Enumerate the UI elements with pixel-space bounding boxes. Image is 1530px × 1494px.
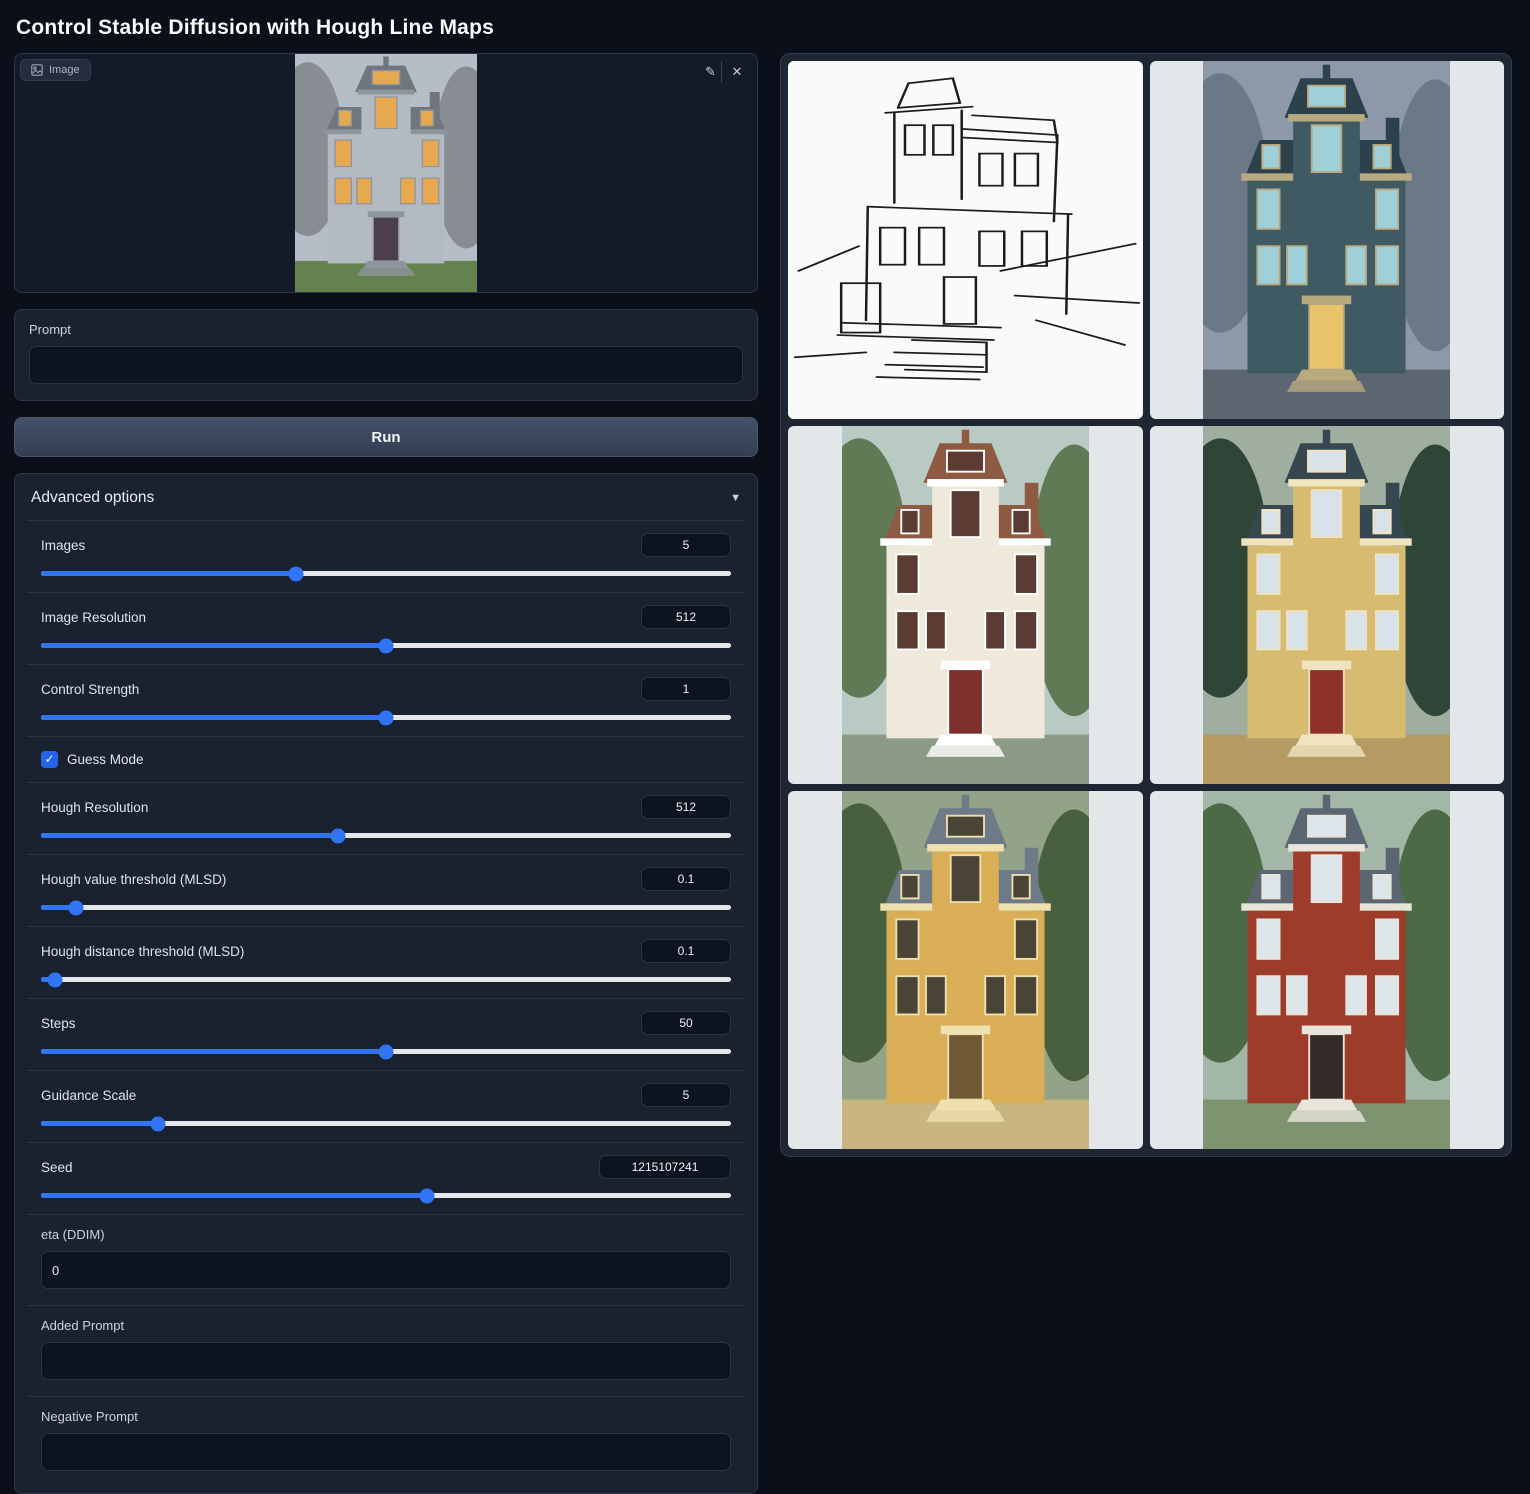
left-column: Image ✎ ✕ Prompt Run (14, 53, 758, 1494)
eta-label: eta (DDIM) (41, 1227, 731, 1242)
slider-row-hough-resolution: Hough Resolution 512 (27, 782, 745, 854)
control-strength-slider-handle[interactable] (379, 710, 394, 725)
output-gallery (780, 53, 1512, 1157)
seed-slider-track[interactable] (41, 1193, 731, 1198)
image-input-panel: Image ✎ ✕ (14, 53, 758, 293)
control-strength-label: Control Strength (41, 682, 139, 697)
gallery-item-hough-map[interactable] (788, 61, 1143, 419)
image-resolution-slider-track[interactable] (41, 643, 731, 648)
negative-prompt-row: Negative Prompt (27, 1396, 745, 1487)
image-resolution-slider-handle[interactable] (379, 638, 394, 653)
hough-resolution-slider-handle[interactable] (330, 828, 345, 843)
gallery-item-output-2[interactable] (788, 426, 1143, 784)
slider-row-image-resolution: Image Resolution 512 (27, 592, 745, 664)
control-strength-value-input[interactable]: 1 (641, 677, 731, 701)
guidance-scale-value-input[interactable]: 5 (641, 1083, 731, 1107)
negative-prompt-label: Negative Prompt (41, 1409, 731, 1424)
seed-slider-handle[interactable] (420, 1188, 435, 1203)
page-title: Control Stable Diffusion with Hough Line… (0, 0, 1530, 53)
eta-row: eta (DDIM) (27, 1214, 745, 1305)
generated-image-1 (1203, 61, 1450, 419)
images-slider-track[interactable] (41, 571, 731, 576)
guidance-scale-label: Guidance Scale (41, 1088, 136, 1103)
hough-distance-threshold-label: Hough distance threshold (MLSD) (41, 944, 244, 959)
slider-row-steps: Steps 50 (27, 998, 745, 1070)
gallery-item-output-1[interactable] (1150, 61, 1505, 419)
images-value-input[interactable]: 5 (641, 533, 731, 557)
hough-resolution-value-input[interactable]: 512 (641, 795, 731, 819)
advanced-options-accordion[interactable]: Advanced options ▼ (15, 474, 757, 520)
slider-row-hough-distance-threshold: Hough distance threshold (MLSD) 0.1 (27, 926, 745, 998)
slider-row-guidance-scale: Guidance Scale 5 (27, 1070, 745, 1142)
guidance-scale-slider-track[interactable] (41, 1121, 731, 1126)
gallery-item-output-4[interactable] (788, 791, 1143, 1149)
image-icon (31, 64, 43, 76)
edit-image-button[interactable]: ✎ (700, 61, 722, 83)
slider-row-images: Images 5 (27, 520, 745, 592)
advanced-options-panel: Advanced options ▼ Images 5 Image Resolu… (14, 473, 758, 1494)
hough-value-threshold-value-input[interactable]: 0.1 (641, 867, 731, 891)
guess-mode-label: Guess Mode (67, 752, 144, 767)
negative-prompt-input[interactable] (41, 1433, 731, 1471)
hough-line-map-image (788, 61, 1143, 419)
image-label: Image (49, 64, 80, 76)
seed-value-input[interactable]: 1215107241 (599, 1155, 731, 1179)
hough-value-threshold-slider-track[interactable] (41, 905, 731, 910)
prompt-input[interactable] (29, 346, 743, 384)
generated-image-5 (1203, 791, 1450, 1149)
prompt-panel: Prompt (14, 309, 758, 401)
slider-row-hough-value-threshold: Hough value threshold (MLSD) 0.1 (27, 854, 745, 926)
hough-distance-threshold-slider-track[interactable] (41, 977, 731, 982)
guess-mode-row: ✓ Guess Mode (27, 736, 745, 782)
run-button[interactable]: Run (14, 417, 758, 457)
image-resolution-value-input[interactable]: 512 (641, 605, 731, 629)
added-prompt-row: Added Prompt (27, 1305, 745, 1396)
seed-label: Seed (41, 1160, 73, 1175)
hough-resolution-label: Hough Resolution (41, 800, 148, 815)
added-prompt-label: Added Prompt (41, 1318, 731, 1333)
control-strength-slider-track[interactable] (41, 715, 731, 720)
prompt-label: Prompt (29, 322, 743, 337)
generated-image-2 (842, 426, 1089, 784)
hough-distance-threshold-slider-handle[interactable] (47, 972, 62, 987)
steps-slider-track[interactable] (41, 1049, 731, 1054)
images-label: Images (41, 538, 85, 553)
eta-input[interactable] (41, 1251, 731, 1289)
hough-value-threshold-label: Hough value threshold (MLSD) (41, 872, 226, 887)
slider-row-seed: Seed 1215107241 (27, 1142, 745, 1214)
image-label-tag: Image (20, 59, 91, 81)
steps-slider-handle[interactable] (379, 1044, 394, 1059)
image-actions: ✎ ✕ (700, 61, 748, 83)
advanced-options-title: Advanced options (31, 489, 154, 507)
steps-value-input[interactable]: 50 (641, 1011, 731, 1035)
generated-image-3 (1203, 426, 1450, 784)
clear-image-button[interactable]: ✕ (726, 61, 748, 83)
steps-label: Steps (41, 1016, 76, 1031)
image-resolution-label: Image Resolution (41, 610, 146, 625)
images-slider-handle[interactable] (289, 566, 304, 581)
advanced-options-rows: Images 5 Image Resolution 512 Control St… (15, 520, 757, 1487)
guess-mode-checkbox[interactable]: ✓ (41, 751, 58, 768)
gallery-item-output-5[interactable] (1150, 791, 1505, 1149)
gallery-item-output-3[interactable] (1150, 426, 1505, 784)
generated-image-4 (842, 791, 1089, 1149)
slider-row-control-strength: Control Strength 1 (27, 664, 745, 736)
gallery-grid (788, 61, 1504, 1149)
main-layout: Image ✎ ✕ Prompt Run (0, 53, 1530, 1494)
hough-distance-threshold-value-input[interactable]: 0.1 (641, 939, 731, 963)
hough-value-threshold-slider-handle[interactable] (68, 900, 83, 915)
added-prompt-input[interactable] (41, 1342, 731, 1380)
input-image[interactable] (295, 54, 477, 293)
hough-resolution-slider-track[interactable] (41, 833, 731, 838)
guidance-scale-slider-handle[interactable] (151, 1116, 166, 1131)
chevron-down-icon: ▼ (730, 492, 741, 504)
